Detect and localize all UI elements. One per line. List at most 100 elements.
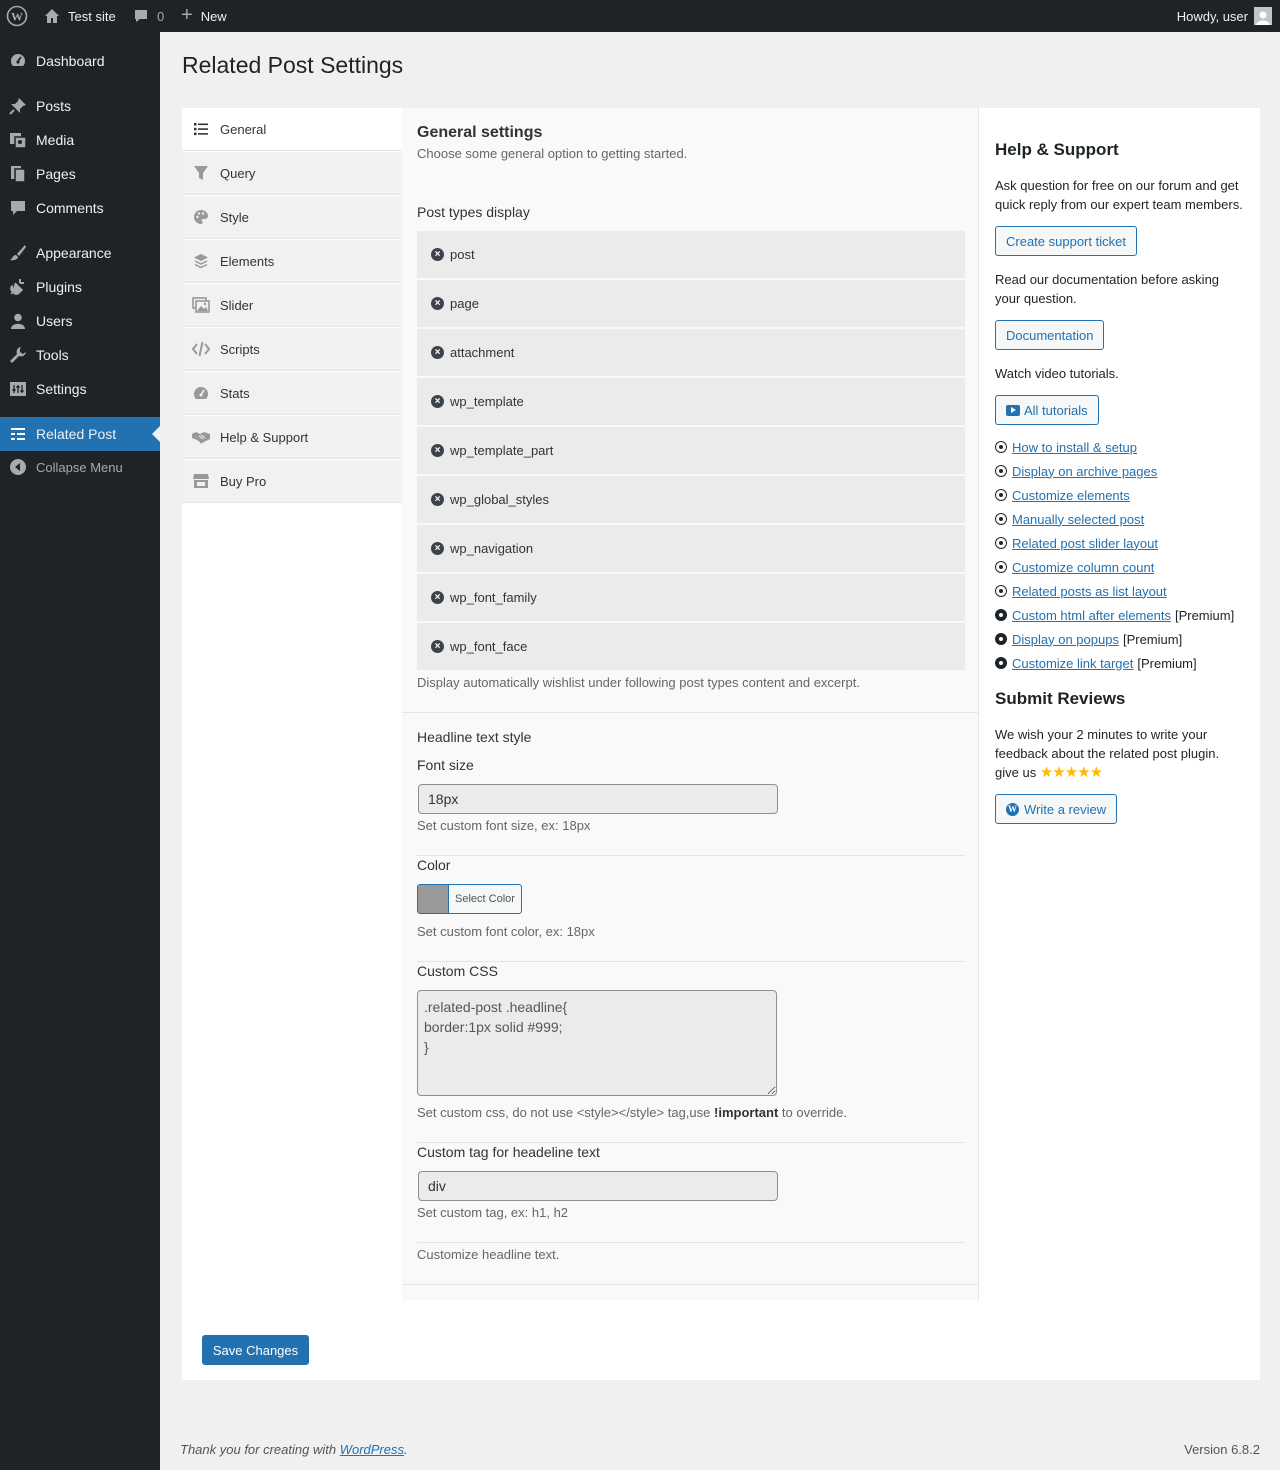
- tutorial-link[interactable]: Display on archive pages: [1012, 464, 1157, 479]
- site-name-link[interactable]: Test site: [44, 0, 116, 32]
- tab-buy-pro[interactable]: Buy Pro: [182, 460, 402, 503]
- comment-icon: [133, 8, 149, 24]
- tutorial-link[interactable]: Customize link target: [1012, 656, 1133, 671]
- custom-css-label: Custom CSS: [417, 963, 498, 979]
- tutorial-item[interactable]: Display on popups [Premium]: [995, 630, 1182, 648]
- sidebar-item-dashboard[interactable]: Dashboard: [0, 44, 160, 78]
- sidebar-item-pages[interactable]: Pages: [0, 157, 160, 191]
- sidebar-item-comments[interactable]: Comments: [0, 191, 160, 225]
- tutorial-item[interactable]: Customize elements: [995, 486, 1130, 504]
- tutorial-item[interactable]: Manually selected post: [995, 510, 1144, 528]
- custom-tag-input[interactable]: [418, 1171, 778, 1201]
- code-icon: [191, 339, 211, 359]
- remove-icon[interactable]: ×: [431, 395, 444, 408]
- color-description: Set custom font color, ex: 18px: [417, 924, 595, 939]
- dot-circle-icon: [995, 585, 1007, 597]
- comments-count: 0: [157, 8, 165, 24]
- tab-label: Buy Pro: [220, 473, 267, 489]
- sidebar-item-label: Comments: [36, 200, 104, 216]
- remove-icon[interactable]: ×: [431, 640, 444, 653]
- documentation-button[interactable]: Documentation: [995, 320, 1105, 350]
- wordpress-link[interactable]: WordPress: [340, 1442, 404, 1457]
- reviews-text: We wish your 2 minutes to write your fee…: [995, 727, 1220, 761]
- sidebar-item-media[interactable]: Media: [0, 123, 160, 157]
- tutorial-link[interactable]: How to install & setup: [1012, 440, 1137, 455]
- wordpress-logo-icon[interactable]: W: [6, 0, 28, 32]
- sidebar-item-posts[interactable]: Posts: [0, 89, 160, 123]
- divider: [402, 1284, 979, 1285]
- tab-help-support[interactable]: Help & Support: [182, 416, 402, 459]
- sidebar-item-label: Pages: [36, 166, 76, 182]
- save-changes-button[interactable]: Save Changes: [202, 1335, 309, 1365]
- tutorial-item[interactable]: Customize link target [Premium]: [995, 654, 1197, 672]
- remove-icon[interactable]: ×: [431, 248, 444, 261]
- post-type-item[interactable]: × post: [417, 231, 965, 279]
- remove-icon[interactable]: ×: [431, 493, 444, 506]
- post-type-item[interactable]: × wp_template_part: [417, 427, 965, 475]
- tab-label: Stats: [220, 385, 250, 401]
- tutorial-item[interactable]: Customize column count: [995, 558, 1154, 576]
- post-type-item[interactable]: × wp_font_face: [417, 623, 965, 671]
- tab-style[interactable]: Style: [182, 196, 402, 239]
- tutorial-item[interactable]: Display on archive pages: [995, 462, 1157, 480]
- font-size-input[interactable]: [418, 784, 778, 814]
- tab-general[interactable]: General: [182, 108, 402, 151]
- tutorial-item[interactable]: Related post slider layout: [995, 534, 1158, 552]
- remove-icon[interactable]: ×: [431, 591, 444, 604]
- tutorial-item[interactable]: Custom html after elements [Premium]: [995, 606, 1234, 624]
- tab-elements[interactable]: Elements: [182, 240, 402, 283]
- my-account-link[interactable]: Howdy, user: [1177, 0, 1272, 32]
- sidebar-item-tools[interactable]: Tools: [0, 338, 160, 372]
- tab-scripts[interactable]: Scripts: [182, 328, 402, 371]
- sidebar-item-settings[interactable]: Settings: [0, 372, 160, 406]
- tutorial-link[interactable]: Related post slider layout: [1012, 536, 1158, 551]
- tutorial-link[interactable]: Manually selected post: [1012, 512, 1144, 527]
- tab-stats[interactable]: Stats: [182, 372, 402, 415]
- sidebar-item-users[interactable]: Users: [0, 304, 160, 338]
- tab-query[interactable]: Query: [182, 152, 402, 195]
- create-support-ticket-button[interactable]: Create support ticket: [995, 226, 1137, 256]
- post-type-item[interactable]: × page: [417, 280, 965, 328]
- post-type-item[interactable]: × wp_template: [417, 378, 965, 426]
- give-us-line: give us ★★★★★: [995, 764, 1103, 781]
- custom-css-textarea[interactable]: .related-post .headline{ border:1px soli…: [417, 990, 777, 1096]
- remove-icon[interactable]: ×: [431, 297, 444, 310]
- forum-text: Ask question for free on our forum and g…: [995, 178, 1243, 212]
- select-color-button[interactable]: Select Color: [417, 884, 522, 914]
- tutorial-link[interactable]: Related posts as list layout: [1012, 584, 1167, 599]
- sidebar-item-related-post[interactable]: Related Post: [0, 417, 160, 451]
- tab-slider[interactable]: Slider: [182, 284, 402, 327]
- tutorial-link[interactable]: Customize elements: [1012, 488, 1130, 503]
- new-label: New: [200, 8, 227, 24]
- sidebar-item-appearance[interactable]: Appearance: [0, 236, 160, 270]
- plus-icon: +: [181, 4, 193, 26]
- dot-circle-icon: [995, 561, 1007, 573]
- write-review-label: Write a review: [1024, 801, 1107, 817]
- remove-icon[interactable]: ×: [431, 542, 444, 555]
- tutorial-item[interactable]: How to install & setup: [995, 438, 1137, 456]
- write-review-button[interactable]: W Write a review: [995, 794, 1118, 824]
- remove-icon[interactable]: ×: [431, 444, 444, 457]
- post-type-item[interactable]: × attachment: [417, 329, 965, 377]
- tutorial-item[interactable]: Related posts as list layout: [995, 582, 1167, 600]
- list-icon: [8, 424, 28, 444]
- comments-link[interactable]: 0: [133, 0, 164, 32]
- tutorial-link[interactable]: Display on popups: [1012, 632, 1119, 647]
- dot-circle-icon: [995, 657, 1007, 669]
- post-type-item[interactable]: × wp_global_styles: [417, 476, 965, 524]
- new-content-link[interactable]: + New: [181, 0, 227, 32]
- font-size-label: Font size: [417, 757, 474, 773]
- collapse-menu-button[interactable]: Collapse Menu: [0, 450, 160, 484]
- custom-css-description: Set custom css, do not use <style></styl…: [417, 1105, 847, 1120]
- remove-icon[interactable]: ×: [431, 346, 444, 359]
- submit-reviews-title: Submit Reviews: [995, 689, 1126, 708]
- post-type-item[interactable]: × wp_navigation: [417, 525, 965, 573]
- tutorial-link[interactable]: Customize column count: [1012, 560, 1154, 575]
- headline-description: Customize headline text.: [417, 1247, 560, 1262]
- all-tutorials-button[interactable]: All tutorials: [995, 395, 1099, 425]
- post-type-item[interactable]: × wp_font_family: [417, 574, 965, 622]
- sidebar-item-plugins[interactable]: Plugins: [0, 270, 160, 304]
- dot-circle-icon: [995, 513, 1007, 525]
- color-label: Color: [417, 857, 451, 873]
- tutorial-link[interactable]: Custom html after elements: [1012, 608, 1171, 623]
